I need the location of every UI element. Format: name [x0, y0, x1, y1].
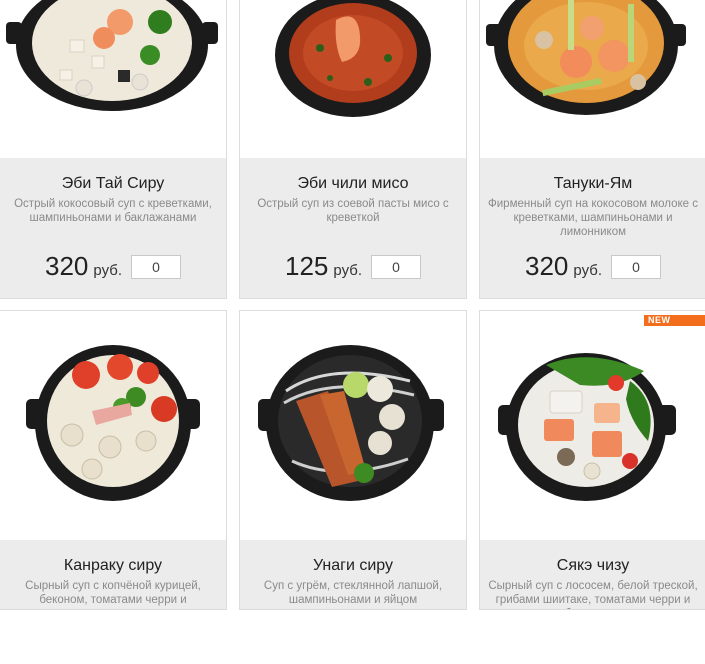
product-card[interactable]: Канраку сиру Сырный суп с копчёной куриц… — [0, 310, 227, 610]
product-name[interactable]: Канраку сиру — [0, 557, 226, 575]
product-card[interactable]: Унаги сиру Суп с угрём, стеклянной лапшо… — [239, 310, 467, 610]
product-name[interactable]: Эби Тай Сиру — [0, 175, 226, 193]
cheese-chicken-soup-icon — [26, 345, 200, 501]
product-card[interactable]: NEW Сякэ чизу Сырный суп с лососем, бело… — [479, 310, 705, 610]
coconut-shrimp-soup-icon — [6, 0, 218, 111]
product-name[interactable]: Сякэ чизу — [480, 557, 705, 575]
price-row: 320 руб. — [480, 251, 705, 282]
product-card[interactable]: Эби чили мисо Острый суп из соевой пасты… — [239, 0, 467, 299]
currency-label: руб. — [573, 262, 602, 279]
new-badge: NEW — [644, 315, 705, 326]
currency-label: руб. — [93, 262, 122, 279]
dish-photo[interactable] — [240, 0, 466, 158]
currency-label: руб. — [333, 262, 362, 279]
product-info: Унаги сиру Суп с угрём, стеклянной лапшо… — [240, 540, 466, 609]
price-row: 125 руб. — [240, 251, 466, 282]
quantity-input[interactable] — [131, 255, 181, 279]
product-description: Сырный суп с лососем, белой треской, гри… — [488, 580, 698, 609]
product-name[interactable]: Эби чили мисо — [240, 175, 466, 193]
product-price: 320 — [525, 251, 569, 281]
tom-yum-soup-icon — [486, 0, 686, 115]
quantity-input[interactable] — [371, 255, 421, 279]
dish-photo[interactable] — [240, 311, 466, 540]
product-price: 125 — [285, 251, 329, 281]
dish-photo[interactable] — [480, 311, 705, 540]
product-description: Фирменный суп на кокосовом молоке с крев… — [488, 198, 698, 238]
product-description: Сырный суп с копчёной курицей, беконом, … — [25, 580, 201, 609]
product-name[interactable]: Унаги сиру — [240, 557, 466, 575]
quantity-input[interactable] — [611, 255, 661, 279]
product-info: Эби Тай Сиру Острый кокосовый суп с крев… — [0, 158, 226, 282]
product-card[interactable]: Эби Тай Сиру Острый кокосовый суп с крев… — [0, 0, 227, 299]
product-card[interactable]: Тануки-Ям Фирменный суп на кокосовом мол… — [479, 0, 705, 299]
dish-photo[interactable] — [0, 0, 226, 158]
product-description: Суп с угрём, стеклянной лапшой, шампиньо… — [263, 580, 443, 606]
product-info: Сякэ чизу Сырный суп с лососем, белой тр… — [480, 540, 705, 609]
product-description: Острый кокосовый суп с креветками, шампи… — [14, 198, 212, 224]
eel-noodle-soup-icon — [258, 345, 444, 501]
salmon-cheese-soup-icon — [498, 353, 676, 501]
price-row: 320 руб. — [0, 251, 226, 282]
dish-photo[interactable] — [0, 311, 226, 540]
product-info: Тануки-Ям Фирменный суп на кокосовом мол… — [480, 158, 705, 282]
dish-photo[interactable] — [480, 0, 705, 158]
product-name[interactable]: Тануки-Ям — [480, 175, 705, 193]
miso-shrimp-soup-icon — [275, 0, 431, 117]
product-price: 320 — [45, 251, 89, 281]
product-description: Острый суп из соевой пасты мисо с кревет… — [257, 198, 449, 224]
product-info: Эби чили мисо Острый суп из соевой пасты… — [240, 158, 466, 282]
product-info: Канраку сиру Сырный суп с копчёной куриц… — [0, 540, 226, 609]
